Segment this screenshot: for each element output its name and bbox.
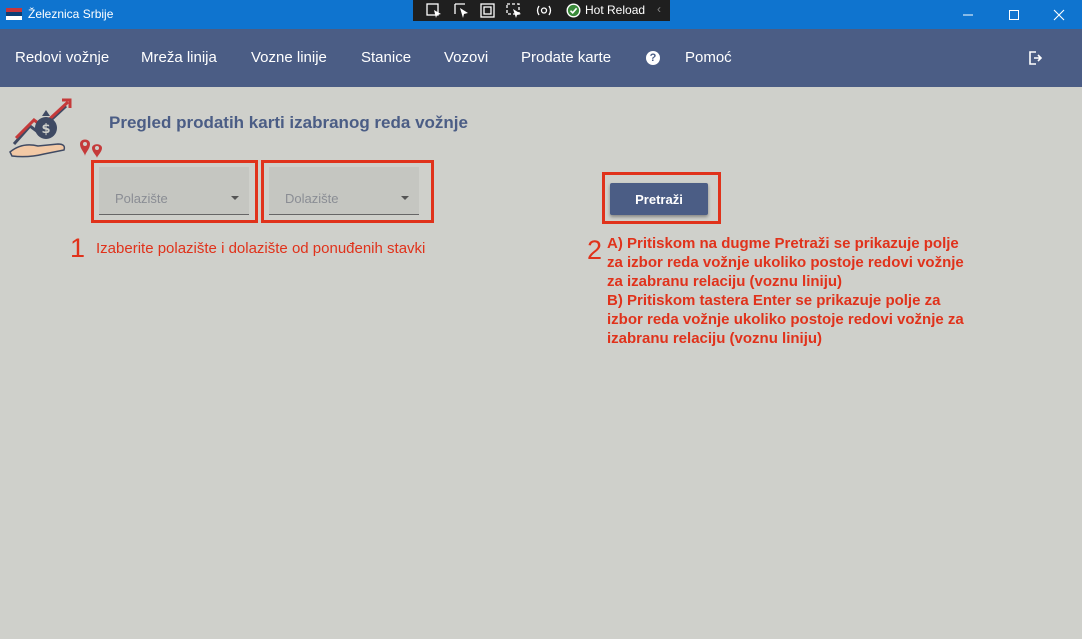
sold-tickets-logo: $ (9, 98, 102, 158)
maximize-icon (1009, 10, 1019, 20)
page-title: Pregled prodatih karti izabranog reda vo… (109, 113, 468, 132)
collapse-chevron-icon[interactable]: ‹ (657, 2, 661, 16)
hot-reload-check-icon (566, 3, 581, 18)
nav-item-pomoc[interactable]: Pomoć (685, 49, 732, 66)
departure-select[interactable]: Polazište (99, 167, 249, 215)
search-button[interactable]: Pretraži (610, 183, 708, 215)
main-navigation: Redovi vožnje Mreža linija Vozne linije … (0, 29, 1082, 87)
annotation-line: za izabranu relaciju (voznu liniju) (607, 273, 843, 290)
nav-item-redovi-voznje[interactable]: Redovi vožnje (15, 49, 109, 66)
layout-adorner-icon[interactable] (479, 2, 497, 19)
hot-reload-label[interactable]: Hot Reload (585, 3, 645, 17)
annotation-number-2: 2 (587, 235, 603, 265)
help-icon[interactable]: ? (646, 51, 660, 65)
nav-item-prodate-karte[interactable]: Prodate karte (521, 49, 611, 66)
annotation-number-1: 1 (70, 233, 86, 263)
track-focus-icon[interactable] (505, 2, 523, 19)
annotation-line: A) Pritiskom na dugme Pretraži se prikaz… (607, 235, 959, 252)
window-title: Železnica Srbije (28, 7, 114, 21)
svg-text:$: $ (41, 122, 50, 137)
dropdown-arrow-icon (401, 196, 409, 200)
display-layout-icon[interactable] (535, 2, 553, 19)
serbian-flag-icon (6, 8, 22, 20)
departure-placeholder: Polazište (115, 191, 168, 206)
annotation-line: izbor reda vožnje ukoliko postoje redovi… (607, 311, 964, 328)
pointer-icon[interactable] (453, 2, 471, 19)
minimize-button[interactable] (945, 0, 991, 29)
select-element-icon[interactable] (425, 2, 443, 19)
logout-icon[interactable] (1027, 50, 1043, 66)
arrival-select[interactable]: Dolazište (269, 167, 419, 215)
dropdown-arrow-icon (231, 196, 239, 200)
annotation-line: za izbor reda vožnje ukoliko postoje red… (607, 254, 964, 271)
arrival-placeholder: Dolazište (285, 191, 339, 206)
nav-item-mreza-linija[interactable]: Mreža linija (141, 49, 217, 66)
annotation-line: izabranu relaciju (voznu liniju) (607, 330, 823, 347)
close-icon (1053, 9, 1065, 21)
minimize-icon (963, 14, 973, 16)
annotation-text-1: Izaberite polazište i dolazište od ponuđ… (96, 240, 426, 257)
annotation-line: B) Pritiskom tastera Enter se prikazuje … (607, 292, 941, 309)
window-titlebar: Železnica Srbije Hot Reload ‹ (0, 0, 1082, 29)
close-button[interactable] (1036, 0, 1082, 29)
xaml-debug-toolbar: Hot Reload ‹ (413, 0, 670, 21)
nav-item-vozovi[interactable]: Vozovi (444, 49, 488, 66)
maximize-button[interactable] (991, 0, 1037, 29)
annotation-text-2: A) Pritiskom na dugme Pretraži se prikaz… (607, 234, 1007, 348)
nav-item-stanice[interactable]: Stanice (361, 49, 411, 66)
nav-item-vozne-linije[interactable]: Vozne linije (251, 49, 327, 66)
